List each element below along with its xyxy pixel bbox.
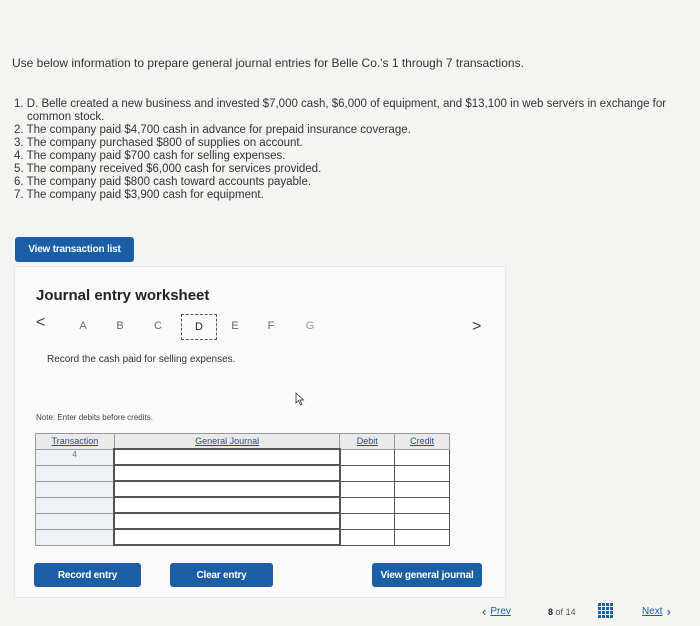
tab-f[interactable]: F	[261, 320, 281, 332]
page-of-label: of	[555, 607, 564, 617]
journal-table: Transaction General Journal Debit Credit…	[35, 433, 450, 546]
table-row	[35, 480, 450, 498]
list-item: 5. The company received $6,000 cash for …	[14, 163, 322, 175]
view-transaction-list-button[interactable]: View transaction list	[15, 237, 134, 262]
tabs-next-arrow[interactable]: >	[472, 318, 481, 336]
tab-a[interactable]: A	[73, 320, 93, 332]
transaction-cell	[35, 464, 115, 482]
account-input[interactable]	[113, 448, 341, 466]
worksheet-title: Journal entry worksheet	[36, 287, 210, 304]
credit-input[interactable]	[394, 512, 450, 530]
tab-e[interactable]: E	[225, 320, 245, 332]
tab-b[interactable]: B	[110, 320, 130, 332]
debit-input[interactable]	[339, 528, 396, 546]
prev-label: Prev	[490, 606, 511, 617]
credit-input[interactable]	[394, 496, 450, 514]
grid-icon[interactable]	[598, 603, 613, 618]
table-row	[35, 512, 450, 530]
table-row	[35, 528, 450, 546]
credit-input[interactable]	[394, 528, 450, 546]
chevron-left-icon: ‹	[482, 604, 487, 619]
mouse-cursor-icon	[295, 392, 305, 406]
debit-input[interactable]	[339, 480, 396, 498]
page-indicator: 8 of 14	[548, 607, 576, 617]
worksheet-panel	[14, 266, 506, 598]
current-page: 8	[548, 607, 554, 617]
transaction-cell	[35, 480, 115, 498]
credit-input[interactable]	[394, 464, 450, 482]
transaction-column-header: Transaction	[35, 433, 115, 450]
list-item: 7. The company paid $3,900 cash for equi…	[14, 189, 264, 201]
tabs-prev-arrow[interactable]: <	[36, 314, 45, 332]
transaction-cell: 4	[35, 448, 115, 466]
account-input[interactable]	[113, 512, 341, 530]
account-input[interactable]	[113, 528, 341, 546]
account-input[interactable]	[113, 496, 341, 514]
next-link[interactable]: Next ›	[642, 604, 671, 619]
transaction-list: 1. D. Belle created a new business and i…	[14, 98, 674, 202]
instructions-text: Use below information to prepare general…	[12, 56, 524, 70]
credit-input[interactable]	[394, 448, 450, 466]
tab-g[interactable]: G	[300, 320, 320, 332]
list-item: 2. The company paid $4,700 cash in advan…	[14, 124, 411, 136]
tab-d[interactable]: D	[181, 314, 217, 340]
table-row	[35, 496, 450, 514]
list-item: 6. The company paid $800 cash toward acc…	[14, 176, 312, 188]
table-row	[35, 464, 450, 482]
transaction-cell	[35, 496, 115, 514]
entry-note: Note: Enter debits before credits.	[36, 413, 153, 422]
account-input[interactable]	[113, 464, 341, 482]
tab-c[interactable]: C	[148, 320, 168, 332]
next-label: Next	[642, 606, 663, 617]
worksheet-prompt: Record the cash paid for selling expense…	[47, 354, 236, 365]
debit-input[interactable]	[339, 496, 396, 514]
chevron-right-icon: ›	[666, 604, 671, 619]
clear-entry-button[interactable]: Clear entry	[170, 563, 273, 587]
credit-column-header: Credit	[394, 433, 450, 450]
transaction-cell	[35, 528, 115, 546]
account-input[interactable]	[113, 480, 341, 498]
list-item: 3. The company purchased $800 of supplie…	[14, 137, 303, 149]
debit-input[interactable]	[339, 464, 396, 482]
list-item: 1. D. Belle created a new business and i…	[14, 98, 667, 123]
prev-link[interactable]: ‹ Prev	[482, 604, 511, 619]
record-entry-button[interactable]: Record entry	[34, 563, 141, 587]
list-item: 4. The company paid $700 cash for sellin…	[14, 150, 286, 162]
debit-column-header: Debit	[339, 433, 396, 450]
total-pages: 14	[565, 607, 576, 617]
debit-input[interactable]	[339, 512, 396, 530]
general-journal-column-header: General Journal	[113, 433, 341, 450]
transaction-cell	[35, 512, 115, 530]
view-general-journal-button[interactable]: View general journal	[372, 563, 482, 587]
table-row: 4	[35, 448, 450, 466]
credit-input[interactable]	[394, 480, 450, 498]
debit-input[interactable]	[339, 448, 396, 466]
